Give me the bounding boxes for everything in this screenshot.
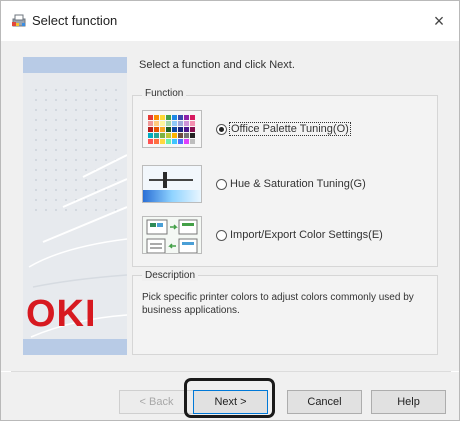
description-text: Pick specific printer colors to adjust c… bbox=[142, 292, 414, 316]
radio-import-export-color-settings[interactable] bbox=[216, 229, 227, 241]
label-import-export-color-settings[interactable]: Import/Export Color Settings(E) bbox=[230, 229, 383, 241]
help-button[interactable]: Help bbox=[371, 390, 446, 414]
palette-grid-icon bbox=[142, 110, 202, 148]
app-icon bbox=[12, 14, 26, 27]
description-group-label: Description bbox=[142, 270, 199, 281]
next-button-highlight bbox=[184, 378, 275, 418]
side-banner-bottom-band bbox=[23, 339, 127, 355]
side-banner-image: OKI bbox=[23, 57, 127, 355]
option-hue-saturation-tuning[interactable]: Hue & Saturation Tuning(G) bbox=[142, 165, 366, 203]
label-office-palette-tuning[interactable]: Office Palette Tuning(O) bbox=[229, 122, 351, 136]
dialog-content: OKI Select a function and click Next. Fu… bbox=[1, 41, 459, 371]
radio-office-palette-tuning[interactable] bbox=[216, 123, 227, 135]
window-title: Select function bbox=[32, 13, 118, 28]
option-import-export-color-settings[interactable]: Import/Export Color Settings(E) bbox=[142, 216, 383, 254]
dialog-window: Select function × OKI Select a function … bbox=[0, 0, 460, 421]
oki-logo: OKI bbox=[26, 293, 97, 335]
title-bar: Select function × bbox=[1, 1, 459, 41]
function-group-label: Function bbox=[142, 88, 187, 99]
import-export-icon bbox=[142, 216, 202, 254]
close-button[interactable]: × bbox=[425, 7, 453, 35]
cancel-button[interactable]: Cancel bbox=[287, 390, 362, 414]
slider-icon bbox=[142, 165, 202, 203]
back-button[interactable]: < Back bbox=[119, 390, 194, 414]
close-icon: × bbox=[433, 10, 445, 31]
radio-hue-saturation-tuning[interactable] bbox=[216, 178, 227, 190]
instruction-text: Select a function and click Next. bbox=[139, 59, 295, 71]
option-office-palette-tuning[interactable]: Office Palette Tuning(O) bbox=[142, 110, 351, 148]
label-hue-saturation-tuning[interactable]: Hue & Saturation Tuning(G) bbox=[230, 178, 366, 190]
